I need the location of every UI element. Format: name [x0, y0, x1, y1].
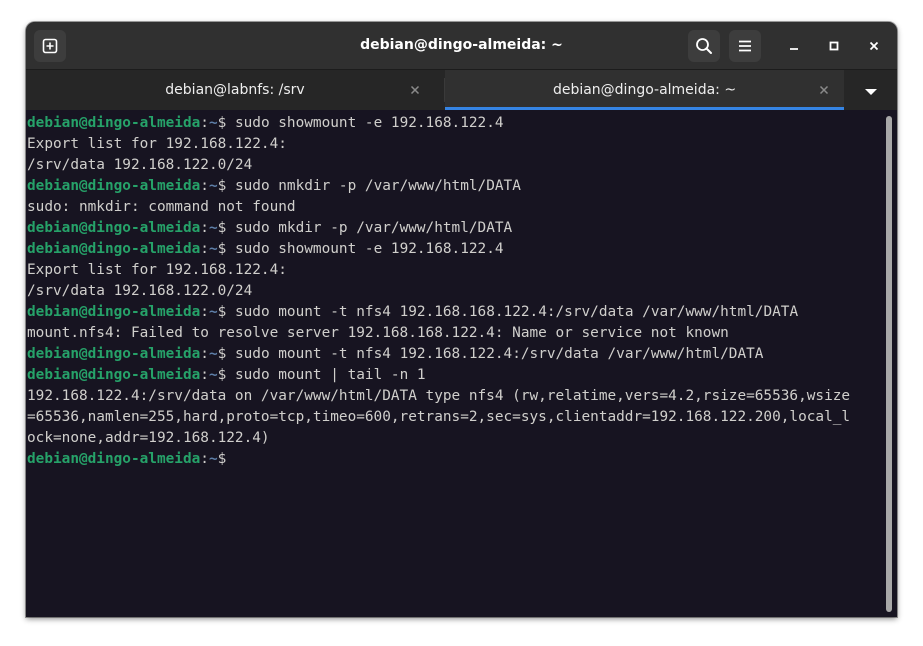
prompt-user-host: debian@dingo-almeida	[27, 178, 201, 194]
chevron-down-icon	[864, 81, 877, 100]
prompt-separator: :	[200, 115, 209, 131]
prompt-line: debian@dingo-almeida:~$ sudo showmount -…	[27, 239, 883, 260]
output-line: ock=none,addr=192.168.122.4)	[27, 430, 270, 446]
prompt-path: ~	[208, 220, 218, 236]
minimize-button[interactable]	[781, 33, 807, 59]
prompt-path: ~	[208, 367, 218, 383]
close-icon	[868, 37, 880, 56]
prompt-line: debian@dingo-almeida:~$ sudo mount -t nf…	[27, 344, 883, 365]
maximize-button[interactable]	[821, 33, 847, 59]
prompt-symbol: $	[217, 367, 235, 383]
new-tab-icon	[42, 38, 58, 54]
command-text: sudo nmkdir -p /var/www/html/DATA	[234, 178, 521, 194]
prompt-separator: :	[200, 178, 209, 194]
prompt-line: debian@dingo-almeida:~$	[27, 449, 883, 470]
prompt-path: ~	[208, 346, 218, 362]
command-text: sudo mkdir -p /var/www/html/DATA	[234, 220, 513, 236]
command-text: sudo mount | tail -n 1	[234, 367, 426, 383]
output-line: =65536,namlen=255,hard,proto=tcp,timeo=6…	[27, 409, 851, 425]
prompt-separator: :	[200, 241, 209, 257]
output-line: Export list for 192.168.122.4:	[27, 136, 287, 152]
prompt-symbol: $	[217, 178, 235, 194]
output-line: Export list for 192.168.122.4:	[27, 262, 287, 278]
prompt-line: debian@dingo-almeida:~$ sudo nmkdir -p /…	[27, 176, 883, 197]
command-text: sudo mount -t nfs4 192.168.122.4:/srv/da…	[234, 346, 764, 362]
tab-labnfs[interactable]: debian@labnfs: /srv	[26, 70, 444, 110]
tab-label: debian@dingo-almeida: ~	[552, 82, 737, 98]
prompt-symbol: $	[217, 346, 235, 362]
main-menu-button[interactable]	[729, 30, 761, 62]
output-line: /srv/data 192.168.122.0/24	[27, 283, 253, 299]
search-button[interactable]	[688, 30, 720, 62]
prompt-symbol: $	[217, 115, 235, 131]
prompt-symbol: $	[217, 220, 235, 236]
prompt-user-host: debian@dingo-almeida	[27, 367, 201, 383]
maximize-icon	[828, 37, 840, 56]
output-line: mount.nfs4: Failed to resolve server 192…	[27, 325, 729, 341]
output-line: sudo: nmkdir: command not found	[27, 199, 296, 215]
prompt-separator: :	[200, 346, 209, 362]
scrollbar[interactable]	[883, 114, 893, 614]
prompt-symbol: $	[217, 241, 235, 257]
prompt-path: ~	[208, 451, 218, 467]
tab-bar: debian@labnfs: /srv debian@dingo-almeida…	[26, 70, 897, 110]
hamburger-menu-icon	[737, 38, 753, 54]
output-line: 192.168.122.4:/srv/data on /var/www/html…	[27, 388, 851, 404]
prompt-path: ~	[208, 304, 218, 320]
prompt-user-host: debian@dingo-almeida	[27, 241, 201, 257]
prompt-user-host: debian@dingo-almeida	[27, 115, 201, 131]
prompt-symbol: $	[217, 304, 235, 320]
terminal-window: debian@dingo-almeida: ~ debian@labnfs: /…	[26, 22, 897, 617]
tab-label: debian@labnfs: /srv	[165, 82, 305, 98]
tab-close-icon[interactable]	[816, 82, 832, 98]
output-line: /srv/data 192.168.122.0/24	[27, 157, 253, 173]
prompt-path: ~	[208, 178, 218, 194]
minimize-icon	[788, 37, 800, 56]
prompt-separator: :	[200, 304, 209, 320]
tabs-menu-button[interactable]	[844, 70, 897, 110]
window-title: debian@dingo-almeida: ~	[360, 37, 563, 53]
prompt-user-host: debian@dingo-almeida	[27, 220, 201, 236]
prompt-symbol: $	[217, 451, 227, 467]
new-tab-button[interactable]	[34, 30, 66, 62]
search-icon	[695, 37, 713, 55]
prompt-path: ~	[208, 115, 218, 131]
terminal-view[interactable]: debian@dingo-almeida:~$ sudo showmount -…	[26, 110, 897, 617]
prompt-line: debian@dingo-almeida:~$ sudo mount | tai…	[27, 365, 883, 386]
prompt-separator: :	[200, 220, 209, 236]
prompt-user-host: debian@dingo-almeida	[27, 451, 201, 467]
tab-close-icon[interactable]	[407, 82, 423, 98]
headerbar: debian@dingo-almeida: ~	[26, 22, 897, 70]
prompt-path: ~	[208, 241, 218, 257]
close-button[interactable]	[861, 33, 887, 59]
scrollbar-thumb[interactable]	[886, 116, 892, 612]
prompt-user-host: debian@dingo-almeida	[27, 304, 201, 320]
terminal-output: debian@dingo-almeida:~$ sudo showmount -…	[27, 113, 883, 470]
prompt-line: debian@dingo-almeida:~$ sudo mount -t nf…	[27, 302, 883, 323]
command-text: sudo showmount -e 192.168.122.4	[234, 115, 504, 131]
prompt-separator: :	[200, 451, 209, 467]
prompt-user-host: debian@dingo-almeida	[27, 346, 201, 362]
command-text: sudo showmount -e 192.168.122.4	[234, 241, 504, 257]
prompt-line: debian@dingo-almeida:~$ sudo showmount -…	[27, 113, 883, 134]
prompt-separator: :	[200, 367, 209, 383]
command-text: sudo mount -t nfs4 192.168.168.122.4:/sr…	[234, 304, 799, 320]
prompt-line: debian@dingo-almeida:~$ sudo mkdir -p /v…	[27, 218, 883, 239]
tab-dingo-almeida[interactable]: debian@dingo-almeida: ~	[445, 70, 844, 110]
